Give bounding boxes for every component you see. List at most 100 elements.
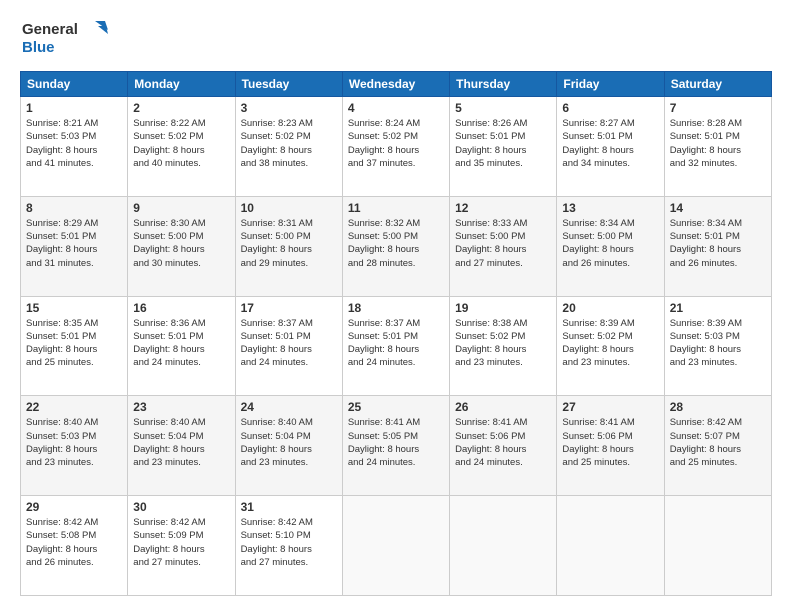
cell-line: Sunrise: 8:40 AM (133, 416, 229, 429)
cell-line: and 23 minutes. (241, 456, 337, 469)
cell-content: Sunrise: 8:40 AMSunset: 5:04 PMDaylight:… (133, 416, 229, 469)
calendar-cell: 3Sunrise: 8:23 AMSunset: 5:02 PMDaylight… (235, 97, 342, 197)
svg-text:General: General (22, 21, 78, 38)
cell-line: Sunset: 5:02 PM (348, 130, 444, 143)
calendar-row: 29Sunrise: 8:42 AMSunset: 5:08 PMDayligh… (21, 496, 772, 596)
cell-line: Sunset: 5:01 PM (26, 230, 122, 243)
calendar-row: 1Sunrise: 8:21 AMSunset: 5:03 PMDaylight… (21, 97, 772, 197)
day-number: 31 (241, 500, 337, 514)
day-number: 18 (348, 301, 444, 315)
cell-line: Sunset: 5:00 PM (133, 230, 229, 243)
day-number: 9 (133, 201, 229, 215)
cell-line: and 35 minutes. (455, 157, 551, 170)
cell-content: Sunrise: 8:39 AMSunset: 5:02 PMDaylight:… (562, 317, 658, 370)
day-number: 29 (26, 500, 122, 514)
cell-line: and 24 minutes. (348, 356, 444, 369)
day-number: 25 (348, 400, 444, 414)
cell-line: Daylight: 8 hours (26, 443, 122, 456)
day-number: 13 (562, 201, 658, 215)
cell-line: Daylight: 8 hours (348, 443, 444, 456)
cell-line: Daylight: 8 hours (670, 144, 766, 157)
cell-line: Sunset: 5:02 PM (241, 130, 337, 143)
cell-line: Sunrise: 8:37 AM (348, 317, 444, 330)
cell-line: Daylight: 8 hours (348, 144, 444, 157)
calendar-cell: 23Sunrise: 8:40 AMSunset: 5:04 PMDayligh… (128, 396, 235, 496)
calendar-cell (342, 496, 449, 596)
day-number: 7 (670, 101, 766, 115)
cell-line: Daylight: 8 hours (26, 343, 122, 356)
cell-content: Sunrise: 8:41 AMSunset: 5:06 PMDaylight:… (455, 416, 551, 469)
calendar-cell: 14 Sunrise: 8:34 AMSunset: 5:01 PMDayligh… (664, 196, 771, 296)
cell-line: Sunrise: 8:26 AM (455, 117, 551, 130)
cell-line: Daylight: 8 hours (670, 443, 766, 456)
cell-line: Daylight: 8 hours (455, 443, 551, 456)
cell-line: Sunrise: 8:40 AM (26, 416, 122, 429)
cell-line: Daylight: 8 hours (562, 343, 658, 356)
cell-content: Sunrise: 8:27 AMSunset: 5:01 PMDaylight:… (562, 117, 658, 170)
cell-line: and 32 minutes. (670, 157, 766, 170)
calendar-cell: 9Sunrise: 8:30 AMSunset: 5:00 PMDaylight… (128, 196, 235, 296)
cell-line: and 41 minutes. (26, 157, 122, 170)
cell-content: Sunrise: 8:34 AMSunset: 5:01 PMDaylight:… (670, 217, 766, 270)
cell-line: Daylight: 8 hours (133, 144, 229, 157)
weekday-header: Saturday (664, 72, 771, 97)
calendar-cell: 7Sunrise: 8:28 AMSunset: 5:01 PMDaylight… (664, 97, 771, 197)
calendar-cell: 22Sunrise: 8:40 AMSunset: 5:03 PMDayligh… (21, 396, 128, 496)
day-number: 27 (562, 400, 658, 414)
cell-content: Sunrise: 8:41 AMSunset: 5:06 PMDaylight:… (562, 416, 658, 469)
calendar-cell: 8Sunrise: 8:29 AMSunset: 5:01 PMDaylight… (21, 196, 128, 296)
cell-line: Daylight: 8 hours (241, 543, 337, 556)
page: General Blue SundayMondayTuesdayWednesda… (0, 0, 792, 612)
day-number: 21 (670, 301, 766, 315)
cell-line: Daylight: 8 hours (455, 144, 551, 157)
cell-line: Daylight: 8 hours (241, 243, 337, 256)
calendar-cell: 4Sunrise: 8:24 AMSunset: 5:02 PMDaylight… (342, 97, 449, 197)
cell-line: and 23 minutes. (455, 356, 551, 369)
calendar-cell: 20Sunrise: 8:39 AMSunset: 5:02 PMDayligh… (557, 296, 664, 396)
cell-line: Sunset: 5:07 PM (670, 430, 766, 443)
cell-content: Sunrise: 8:24 AMSunset: 5:02 PMDaylight:… (348, 117, 444, 170)
cell-line: Sunset: 5:01 PM (133, 330, 229, 343)
cell-line: Sunset: 5:00 PM (562, 230, 658, 243)
cell-line: and 23 minutes. (562, 356, 658, 369)
calendar-cell: 6 Sunrise: 8:27 AMSunset: 5:01 PMDaylight… (557, 97, 664, 197)
cell-line: Sunrise: 8:40 AM (241, 416, 337, 429)
cell-line: Daylight: 8 hours (133, 543, 229, 556)
day-number: 12 (455, 201, 551, 215)
cell-line: Sunset: 5:01 PM (670, 230, 766, 243)
cell-line: Daylight: 8 hours (670, 343, 766, 356)
calendar-cell: 29Sunrise: 8:42 AMSunset: 5:08 PMDayligh… (21, 496, 128, 596)
cell-content: Sunrise: 8:37 AMSunset: 5:01 PMDaylight:… (348, 317, 444, 370)
cell-content: Sunrise: 8:42 AMSunset: 5:09 PMDaylight:… (133, 516, 229, 569)
cell-line: Sunset: 5:01 PM (241, 330, 337, 343)
cell-content: Sunrise: 8:31 AMSunset: 5:00 PMDaylight:… (241, 217, 337, 270)
cell-line: and 29 minutes. (241, 257, 337, 270)
calendar-cell (450, 496, 557, 596)
cell-line: Sunrise: 8:21 AM (26, 117, 122, 130)
cell-content: Sunrise: 8:42 AMSunset: 5:07 PMDaylight:… (670, 416, 766, 469)
logo: General Blue (20, 16, 110, 61)
calendar-cell: 2Sunrise: 8:22 AMSunset: 5:02 PMDaylight… (128, 97, 235, 197)
calendar-cell: 12Sunrise: 8:33 AMSunset: 5:00 PMDayligh… (450, 196, 557, 296)
cell-line: Sunset: 5:01 PM (348, 330, 444, 343)
day-number: 14 (670, 201, 766, 215)
cell-line: Sunset: 5:02 PM (133, 130, 229, 143)
cell-line: Daylight: 8 hours (562, 243, 658, 256)
cell-line: and 27 minutes. (455, 257, 551, 270)
cell-line: and 23 minutes. (133, 456, 229, 469)
calendar-cell: 10Sunrise: 8:31 AMSunset: 5:00 PMDayligh… (235, 196, 342, 296)
calendar-cell: 21Sunrise: 8:39 AMSunset: 5:03 PMDayligh… (664, 296, 771, 396)
day-number: 30 (133, 500, 229, 514)
cell-content: Sunrise: 8:29 AMSunset: 5:01 PMDaylight:… (26, 217, 122, 270)
cell-line: Sunset: 5:05 PM (348, 430, 444, 443)
cell-line: Daylight: 8 hours (562, 144, 658, 157)
cell-line: and 23 minutes. (26, 456, 122, 469)
calendar-table: SundayMondayTuesdayWednesdayThursdayFrid… (20, 71, 772, 596)
calendar-cell: 31Sunrise: 8:42 AMSunset: 5:10 PMDayligh… (235, 496, 342, 596)
cell-line: Sunrise: 8:42 AM (670, 416, 766, 429)
cell-line: Daylight: 8 hours (26, 543, 122, 556)
cell-line: Sunset: 5:00 PM (348, 230, 444, 243)
day-number: 6 (562, 101, 658, 115)
cell-content: Sunrise: 8:34 AMSunset: 5:00 PMDaylight:… (562, 217, 658, 270)
calendar-cell: 26Sunrise: 8:41 AMSunset: 5:06 PMDayligh… (450, 396, 557, 496)
